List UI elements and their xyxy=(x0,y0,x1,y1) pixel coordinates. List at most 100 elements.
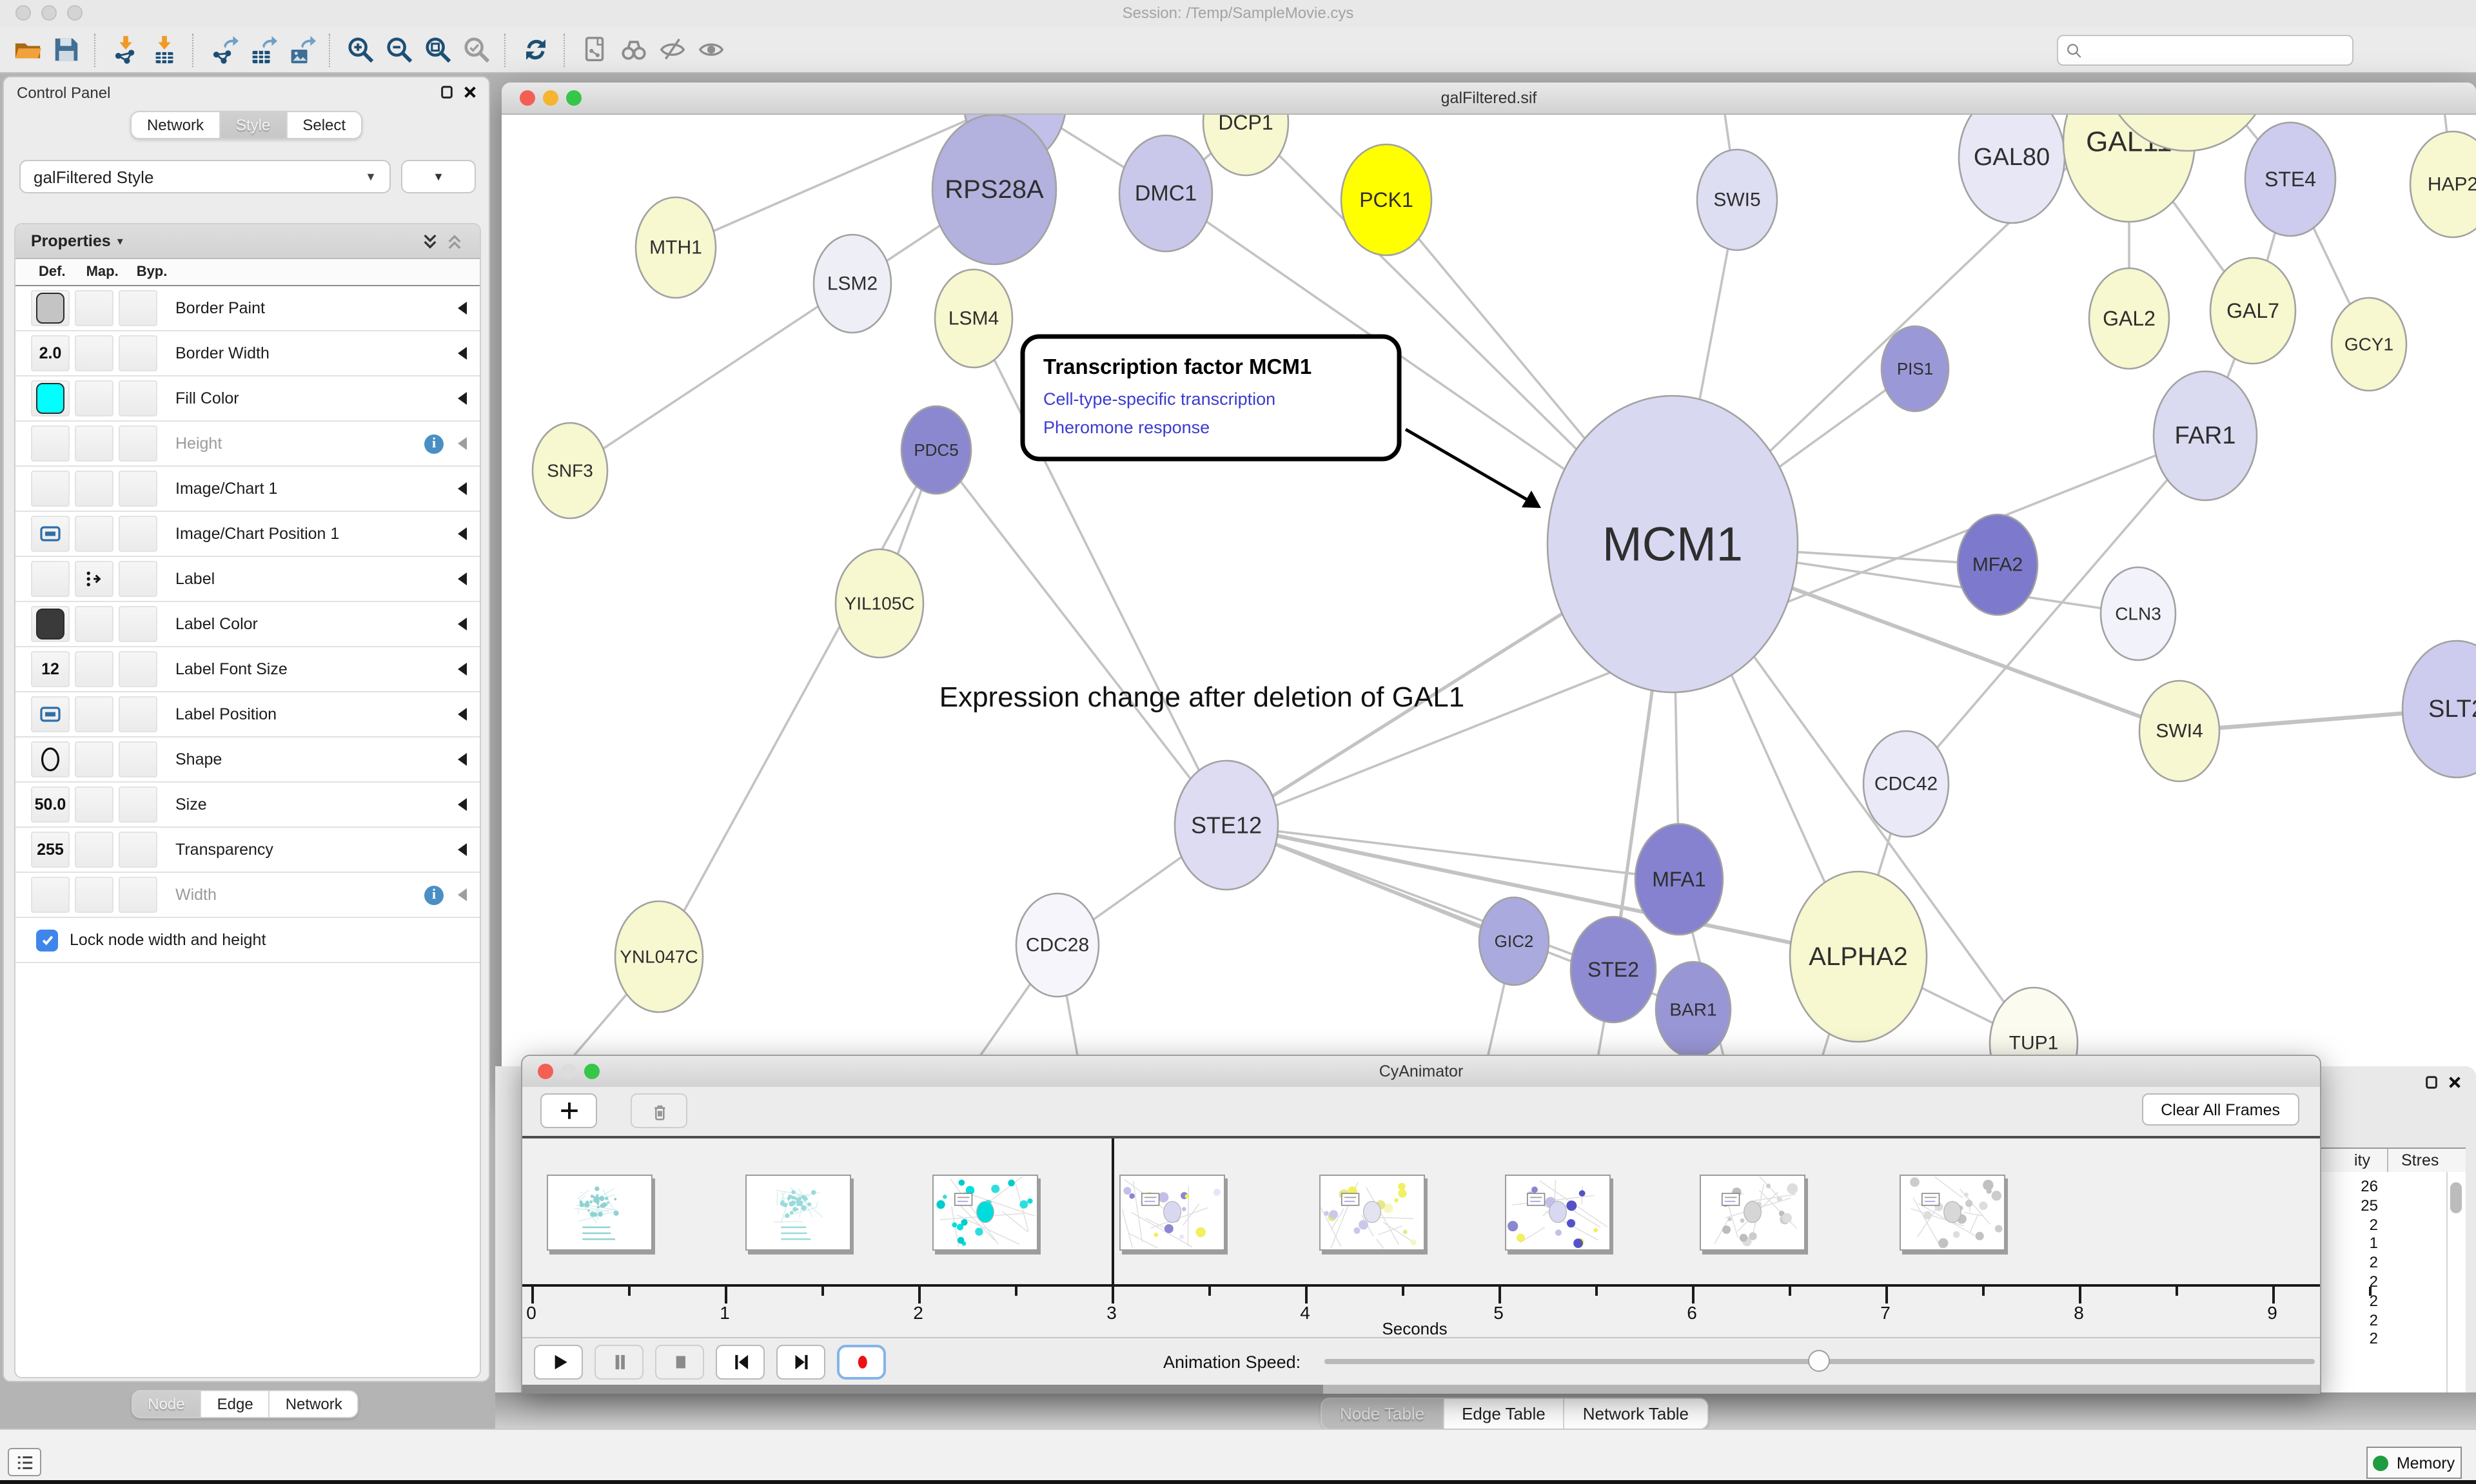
float-panel-icon[interactable] xyxy=(438,84,455,101)
network-node-PDC5[interactable]: PDC5 xyxy=(901,406,971,494)
default-value-cell[interactable] xyxy=(31,606,70,642)
mapping-cell[interactable] xyxy=(75,696,113,732)
pause-button[interactable] xyxy=(594,1344,644,1379)
stop-button[interactable] xyxy=(655,1344,704,1379)
property-row-label-color[interactable]: Label Color xyxy=(15,602,480,647)
network-node-SLT2[interactable]: SLT2 xyxy=(2402,641,2476,777)
bypass-cell[interactable] xyxy=(119,741,157,777)
table-cell[interactable]: 2 xyxy=(2316,1311,2378,1330)
expand-row-icon[interactable] xyxy=(458,527,467,540)
bypass-cell[interactable] xyxy=(119,290,157,326)
refresh-network-icon[interactable] xyxy=(516,30,555,69)
mapping-cell[interactable] xyxy=(75,380,113,416)
expand-row-icon[interactable] xyxy=(458,437,467,450)
default-value-cell[interactable] xyxy=(31,561,70,597)
cyanimator-titlebar[interactable]: CyAnimator xyxy=(522,1056,2320,1088)
property-row-label-position[interactable]: Label Position xyxy=(15,692,480,737)
network-edge[interactable] xyxy=(936,450,1226,825)
default-value-cell[interactable]: 2.0 xyxy=(31,335,70,371)
network-node-YNL047C[interactable]: YNL047C xyxy=(615,901,703,1012)
default-value-cell[interactable] xyxy=(31,471,70,507)
export-table-icon[interactable] xyxy=(242,30,281,69)
property-row-height[interactable]: Heighti xyxy=(15,422,480,467)
frame-thumbnail-1[interactable] xyxy=(547,1175,653,1251)
bypass-cell[interactable] xyxy=(119,425,157,462)
frame-thumbnail-3[interactable] xyxy=(932,1175,1038,1251)
property-row-label-font-size[interactable]: 12Label Font Size xyxy=(15,647,480,692)
network-edge[interactable] xyxy=(1226,825,1613,970)
collapse-all-icon[interactable] xyxy=(445,231,464,251)
export-image-icon[interactable] xyxy=(281,30,320,69)
network-node-GAL2[interactable]: GAL2 xyxy=(2089,268,2169,369)
lock-size-row[interactable]: Lock node width and height xyxy=(15,918,480,963)
style-options-button[interactable]: ▼ xyxy=(401,160,476,193)
table-vertical-scrollbar[interactable] xyxy=(2446,1172,2466,1392)
bypass-cell[interactable] xyxy=(119,380,157,416)
column-header[interactable]: Stres xyxy=(2401,1151,2439,1169)
network-node-MTH1[interactable]: MTH1 xyxy=(636,197,716,298)
network-node-STE2[interactable]: STE2 xyxy=(1571,917,1656,1022)
mapping-cell[interactable] xyxy=(75,425,113,462)
mapping-cell[interactable] xyxy=(75,606,113,642)
bypass-cell[interactable] xyxy=(119,786,157,823)
checkbox-checked-icon[interactable] xyxy=(36,929,58,951)
slider-thumb[interactable] xyxy=(1807,1350,1829,1372)
tab-network[interactable]: Network xyxy=(132,112,221,138)
property-row-size[interactable]: 50.0Size xyxy=(15,783,480,828)
tab-select[interactable]: Select xyxy=(287,112,361,138)
bypass-cell[interactable] xyxy=(119,561,157,597)
bypass-cell[interactable] xyxy=(119,516,157,552)
network-node-BAR1[interactable]: BAR1 xyxy=(1656,962,1731,1057)
hide-details-icon[interactable] xyxy=(653,30,691,69)
network-node-MFA2[interactable]: MFA2 xyxy=(1958,514,2038,615)
zoom-in-icon[interactable] xyxy=(340,30,379,69)
network-node-MCM1[interactable]: MCM1 xyxy=(1548,396,1798,692)
default-value-cell[interactable] xyxy=(31,380,70,416)
default-value-cell[interactable] xyxy=(31,425,70,462)
property-row-transparency[interactable]: 255Transparency xyxy=(15,828,480,873)
info-icon[interactable]: i xyxy=(424,434,444,453)
network-canvas[interactable]: RPS28BRPS28ADCP1DMC1PCK1MTH1LSM2LSM4SWI5… xyxy=(502,115,2476,1089)
network-node-YIL105C[interactable]: YIL105C xyxy=(836,549,923,658)
open-session-icon[interactable] xyxy=(8,30,46,69)
network-node-CDC42[interactable]: CDC42 xyxy=(1863,731,1949,837)
network-window-titlebar[interactable]: galFiltered.sif xyxy=(502,83,2476,115)
network-node-GCY1[interactable]: GCY1 xyxy=(2332,298,2406,391)
table-cell[interactable]: 2 xyxy=(2316,1253,2378,1273)
network-node-STE12[interactable]: STE12 xyxy=(1175,761,1278,890)
default-value-cell[interactable] xyxy=(31,877,70,913)
property-row-border-width[interactable]: 2.0Border Width xyxy=(15,331,480,376)
network-node-MFA1[interactable]: MFA1 xyxy=(1635,824,1723,935)
network-node-SNF3[interactable]: SNF3 xyxy=(533,423,607,518)
network-node-STE4[interactable]: STE4 xyxy=(2245,122,2335,236)
bypass-cell[interactable] xyxy=(119,877,157,913)
tab-node-table[interactable]: Node Table xyxy=(1322,1399,1444,1429)
network-node-SWI5[interactable]: SWI5 xyxy=(1697,150,1777,250)
frame-thumbnail-5[interactable] xyxy=(1319,1175,1425,1251)
property-row-border-paint[interactable]: Border Paint xyxy=(15,286,480,331)
info-icon[interactable]: i xyxy=(424,885,444,904)
table-values[interactable]: 26252122222 xyxy=(2316,1177,2378,1349)
network-node-GAL7[interactable]: GAL7 xyxy=(2210,258,2295,364)
expand-row-icon[interactable] xyxy=(458,663,467,676)
expand-row-icon[interactable] xyxy=(458,392,467,405)
tab-edge-table[interactable]: Edge Table xyxy=(1444,1399,1565,1429)
zoom-out-icon[interactable] xyxy=(379,30,418,69)
expand-row-icon[interactable] xyxy=(458,798,467,811)
frame-thumbnail-6[interactable] xyxy=(1505,1175,1611,1251)
tab-node[interactable]: Node xyxy=(132,1391,201,1417)
network-node-HAP2[interactable]: HAP2 xyxy=(2410,132,2476,237)
table-close-icon[interactable] xyxy=(2446,1074,2463,1091)
bypass-cell[interactable] xyxy=(119,606,157,642)
expand-row-icon[interactable] xyxy=(458,888,467,901)
property-row-width[interactable]: Widthi xyxy=(15,873,480,918)
network-node-PIS1[interactable]: PIS1 xyxy=(1882,326,1949,411)
memory-button[interactable]: Memory xyxy=(2366,1447,2462,1479)
property-row-fill-color[interactable]: Fill Color xyxy=(15,376,480,422)
mapping-cell[interactable] xyxy=(75,335,113,371)
bypass-cell[interactable] xyxy=(119,335,157,371)
network-node-SWI4[interactable]: SWI4 xyxy=(2139,681,2219,781)
tab-edge[interactable]: Edge xyxy=(202,1391,270,1417)
cyanimator-horizontal-scrollbar[interactable] xyxy=(522,1385,2320,1394)
expand-row-icon[interactable] xyxy=(458,572,467,585)
